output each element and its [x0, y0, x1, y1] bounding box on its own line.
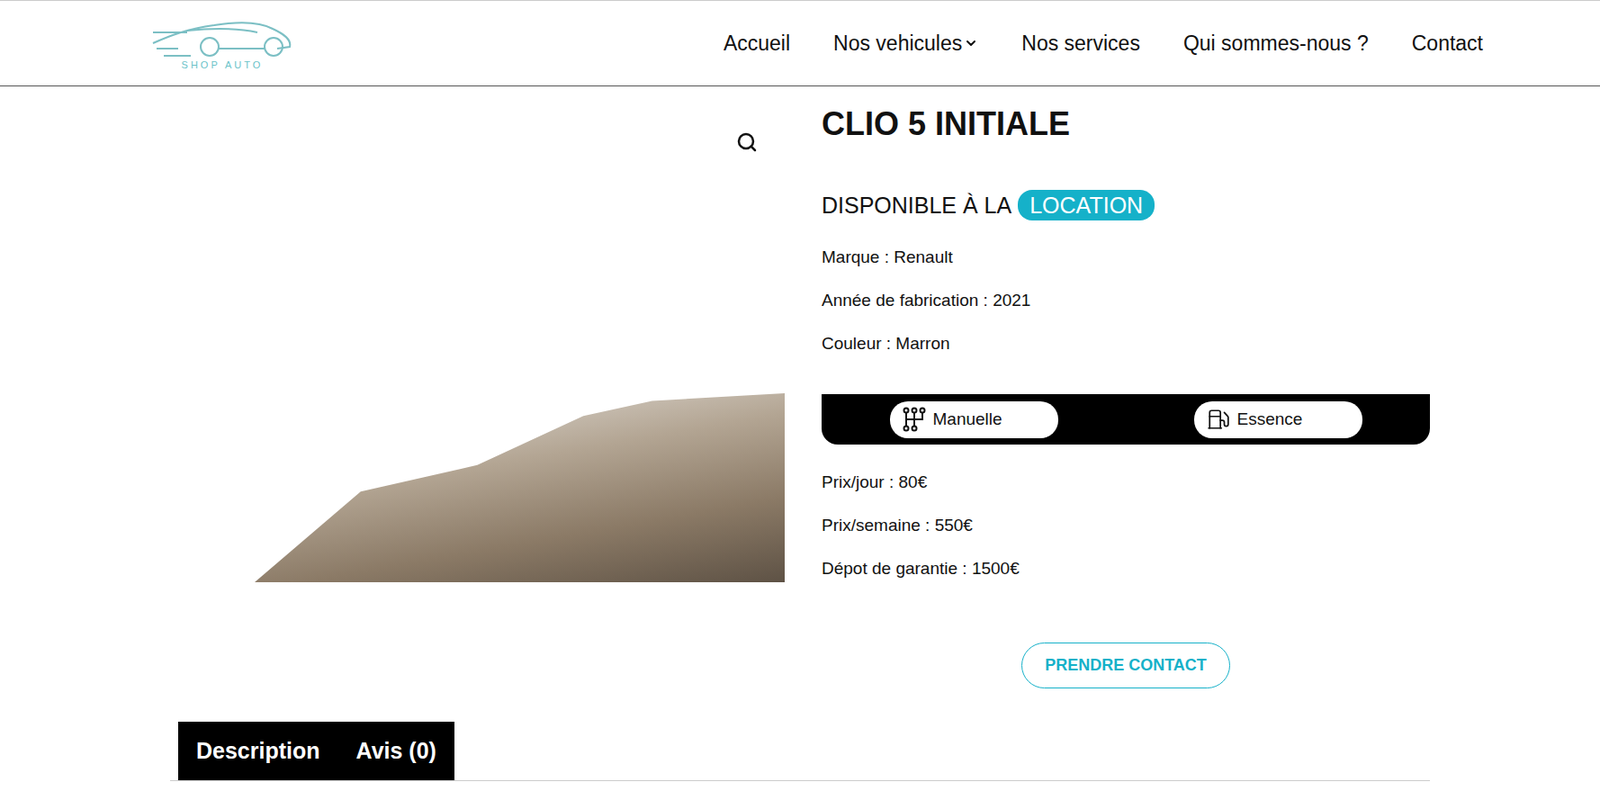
chevron-down-icon	[963, 35, 979, 51]
nav-item[interactable]: Nos services	[1021, 31, 1141, 56]
nav-item[interactable]: Qui sommes-nous ?	[1183, 31, 1369, 56]
spec-line: Année de fabrication : 2021	[821, 290, 1430, 311]
tab[interactable]: Description	[178, 721, 339, 781]
price-line: Prix/jour : 80€	[821, 472, 1430, 493]
price-line: Prix/semaine : 550€	[821, 515, 1430, 536]
logo[interactable]: SHOP AUTO	[151, 16, 294, 71]
magnifier-icon	[736, 131, 758, 153]
car-logo-icon	[151, 16, 294, 58]
spec-line: Couleur : Marron	[821, 333, 1430, 354]
logo-text: SHOP AUTO	[181, 59, 264, 71]
price-list: Prix/jour : 80€ Prix/semaine : 550€ Dépot …	[821, 472, 1430, 579]
fuel-pump-icon	[1206, 407, 1231, 432]
tab[interactable]: Avis (0)	[338, 721, 455, 781]
site-header: SHOP AUTO Accueil Nos vehicules Nos service…	[0, 0, 1600, 87]
nav-item[interactable]: Contact	[1411, 31, 1484, 56]
zoom-button[interactable]	[736, 131, 758, 153]
contact-button[interactable]: PRENDRE CONTACT	[1021, 642, 1231, 689]
page-content: CLIO 5 INITIALE DISPONIBLE À LALOCATION Ma…	[170, 86, 1430, 782]
product-title: CLIO 5 INITIALE	[821, 104, 1430, 144]
product-image	[254, 98, 785, 583]
spec-list: Marque : Renault Année de fabrication : 2…	[821, 247, 1430, 354]
tab-bar: DescriptionAvis (0)	[170, 721, 1430, 782]
product-gallery	[170, 98, 800, 689]
gearbox-icon	[902, 406, 926, 432]
availability: DISPONIBLE À LALOCATION	[821, 189, 1430, 221]
product-info: CLIO 5 INITIALE DISPONIBLE À LALOCATION Ma…	[821, 98, 1430, 689]
nav-item[interactable]: Nos vehicules	[833, 31, 979, 56]
feature-pill: Essence	[1194, 401, 1363, 439]
main-nav: Accueil Nos vehicules Nos services Qui somm…	[723, 31, 1484, 56]
car-photo	[254, 393, 785, 583]
product-main: CLIO 5 INITIALE DISPONIBLE À LALOCATION Ma…	[170, 86, 1430, 689]
availability-badge: LOCATION	[1017, 189, 1155, 221]
spec-line: Marque : Renault	[821, 247, 1430, 268]
feature-bar: Manuelle Essence	[821, 394, 1430, 445]
feature-pill: Manuelle	[889, 401, 1059, 439]
price-line: Dépot de garantie : 1500€	[821, 558, 1430, 579]
nav-item[interactable]: Accueil	[723, 31, 791, 56]
